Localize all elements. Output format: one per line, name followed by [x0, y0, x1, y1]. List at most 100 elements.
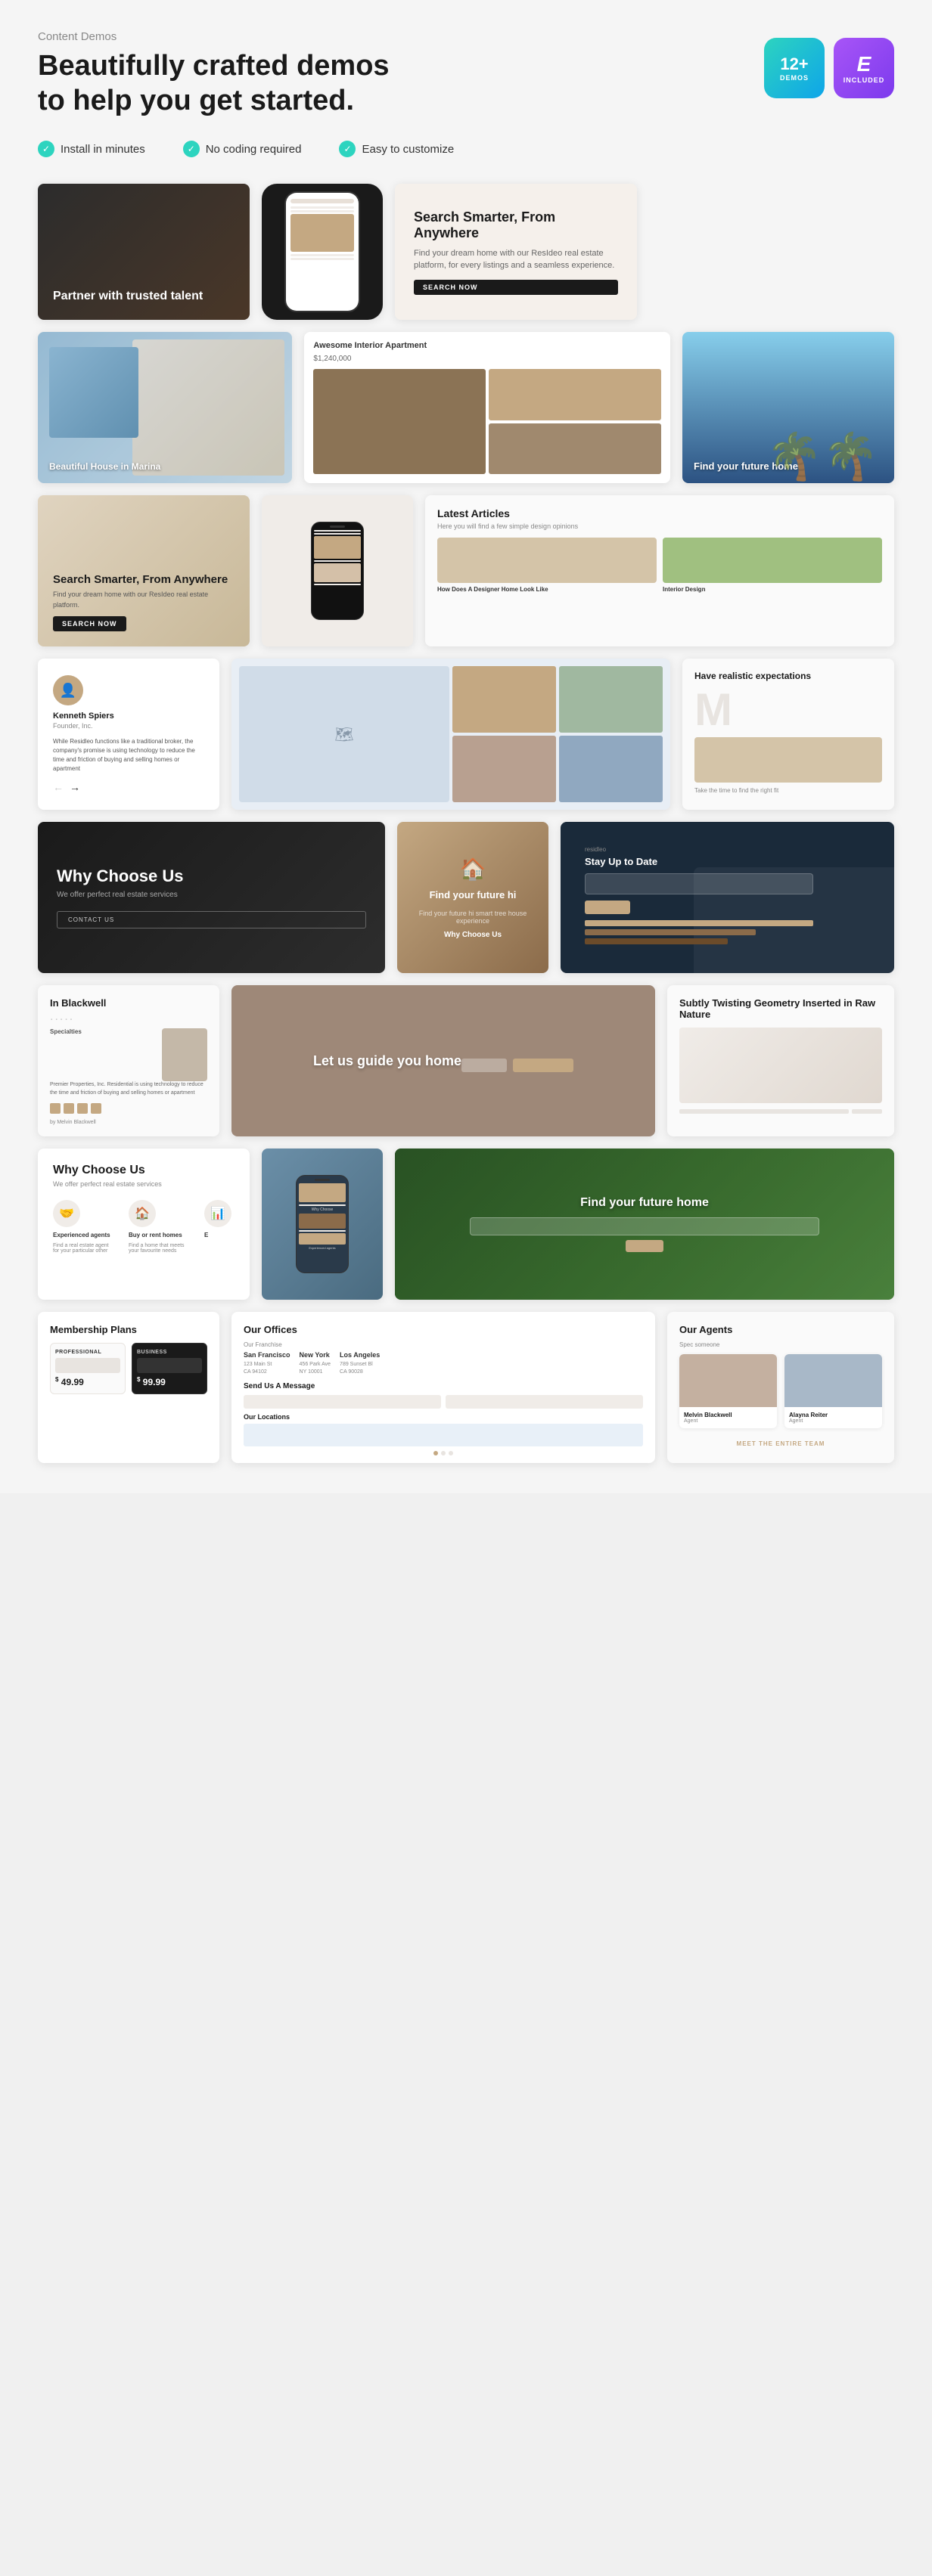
card-expectations[interactable]: Have realistic expectations M Take the t…	[682, 659, 894, 810]
header-left: Content Demos Beautifully crafted demos …	[38, 30, 390, 118]
feature-customize: ✓ Easy to customize	[339, 141, 454, 157]
dot-3[interactable]	[449, 1451, 453, 1455]
check-icon-customize: ✓	[339, 141, 356, 157]
subscribe-button[interactable]	[585, 901, 630, 914]
agent-blackwell-card[interactable]: Melvin Blackwell Agent	[679, 1354, 777, 1428]
card-testimonial[interactable]: 👤 Kenneth Spiers Founder, Inc. While Res…	[38, 659, 219, 810]
plan-biz-name: BUSINESS	[137, 1350, 202, 1355]
social-icons	[50, 1103, 207, 1114]
elementor-label: INCLUDED	[843, 76, 885, 84]
phone-frame	[284, 191, 360, 312]
dot-1[interactable]	[433, 1451, 438, 1455]
gallery-img-3	[452, 736, 556, 802]
feature-coding-text: No coding required	[206, 143, 302, 156]
apartment-title: Awesome Interior Apartment	[313, 341, 661, 350]
buy-icon: 🏠	[129, 1200, 156, 1227]
content-demos-label: Content Demos	[38, 30, 390, 43]
our-locations-title: Our Locations	[244, 1413, 643, 1421]
map-section: 🗺	[239, 666, 449, 802]
stay-up-input[interactable]	[585, 873, 813, 894]
subtly-title: Subtly Twisting Geometry Inserted in Raw…	[679, 997, 882, 1020]
search-smarter-title: Search Smarter, From Anywhere	[414, 209, 618, 241]
social-3[interactable]	[77, 1103, 88, 1114]
apt-img-main	[313, 369, 486, 474]
why-icon-experienced: 🤝 Experienced agents Find a real estate …	[53, 1200, 113, 1254]
why-phone-line-2	[299, 1230, 346, 1232]
extra-label: E	[204, 1232, 208, 1238]
card-stay-up[interactable]: residleo Stay Up to Date	[561, 822, 894, 973]
card-articles[interactable]: Latest Articles Here you will find a few…	[425, 495, 894, 646]
find-home-search[interactable]	[470, 1217, 819, 1235]
testimonial-role: Founder, Inc.	[53, 722, 204, 730]
card-membership[interactable]: Membership Plans PROFESSIONAL $ 49.99 BU…	[38, 1312, 219, 1463]
meet-team-link[interactable]: MEET THE ENTIRE TEAM	[737, 1440, 825, 1447]
card-map-gallery[interactable]: 🗺	[231, 659, 670, 810]
card-partner[interactable]: Partner with trusted talent	[38, 184, 250, 320]
demo-row-4: 👤 Kenneth Spiers Founder, Inc. While Res…	[38, 659, 894, 810]
find-home-button[interactable]	[626, 1240, 663, 1252]
let-guide-text: Let us guide you home	[313, 1053, 461, 1069]
meet-team-container: MEET THE ENTIRE TEAM	[679, 1436, 882, 1449]
social-2[interactable]	[64, 1103, 74, 1114]
card-marina[interactable]: Beautiful House in Marina	[38, 332, 292, 483]
our-franchise-label: Our Franchise	[244, 1341, 643, 1348]
plan-business[interactable]: BUSINESS $ 99.99	[132, 1343, 207, 1394]
social-1[interactable]	[50, 1103, 61, 1114]
guide-btn-2[interactable]	[513, 1059, 573, 1072]
feature-install: ✓ Install in minutes	[38, 141, 145, 157]
card-phone-why[interactable]: Why Choose Experienced agents	[262, 1149, 383, 1300]
card-why-choose-dark[interactable]: Why Choose Us We offer perfect real esta…	[38, 822, 385, 973]
why-phone: Why Choose Experienced agents	[296, 1175, 349, 1273]
office-ny: New York 456 Park AveNY 10001	[300, 1351, 331, 1376]
main-title: Beautifully crafted demos to help you ge…	[38, 49, 390, 118]
office-la: Los Angeles 789 Sunset BlCA 90028	[340, 1351, 380, 1376]
prev-arrow[interactable]: ←	[53, 781, 64, 793]
card-palms[interactable]: 🌴🌴 Find your future home	[682, 332, 894, 483]
plan-professional[interactable]: PROFESSIONAL $ 49.99	[50, 1343, 126, 1394]
card-why-choose-light[interactable]: Why Choose Us We offer perfect real esta…	[38, 1149, 250, 1300]
testimonial-avatar: 👤	[53, 675, 83, 705]
card-offices[interactable]: Our Offices Our Franchise San Francisco …	[231, 1312, 655, 1463]
card-find-future[interactable]: 🏠 Find your future hi Find your future h…	[397, 822, 548, 973]
agent-reiter-role: Agent	[789, 1418, 878, 1424]
search-now-button[interactable]: SEARCH NOW	[414, 280, 618, 295]
msg-inputs	[244, 1395, 643, 1409]
card-subtly[interactable]: Subtly Twisting Geometry Inserted in Raw…	[667, 985, 894, 1136]
find-future-text: Find your future hi	[430, 889, 517, 902]
articles-grid: How Does A Designer Home Look Like Inter…	[437, 538, 882, 594]
contact-us-button[interactable]: CONTACT US	[57, 911, 366, 928]
card-apartment[interactable]: Awesome Interior Apartment $1,240,000	[304, 332, 670, 483]
msg-input-2[interactable]	[446, 1395, 643, 1409]
card-phone-demo[interactable]	[262, 184, 383, 320]
msg-input-1[interactable]	[244, 1395, 441, 1409]
agent-reiter-card[interactable]: Alayna Reiter Agent	[784, 1354, 882, 1428]
addr-la: 789 Sunset BlCA 90028	[340, 1361, 380, 1376]
elementor-badge: E INCLUDED	[834, 38, 894, 98]
card-search-smarter[interactable]: Search Smarter, From Anywhere Find your …	[395, 184, 637, 320]
features-row: ✓ Install in minutes ✓ No coding require…	[38, 141, 894, 157]
card-phone-tablet[interactable]	[262, 495, 413, 646]
membership-plans: PROFESSIONAL $ 49.99 BUSINESS $ 99.99	[50, 1343, 207, 1394]
card-search-desk[interactable]: Search Smarter, From Anywhere Find your …	[38, 495, 250, 646]
card-blackwell[interactable]: In Blackwell ..... Specialties Premier P…	[38, 985, 219, 1136]
why-icon-buy: 🏠 Buy or rent homes Find a home that mee…	[129, 1200, 189, 1254]
card-let-guide[interactable]: Let us guide you home	[231, 985, 655, 1136]
agent-reiter-img	[784, 1354, 882, 1407]
search-desk-button[interactable]: SEARCH NOW	[53, 616, 126, 631]
buy-sub: Find a home that meets your favourite ne…	[129, 1243, 189, 1254]
addr-sf: 123 Main StCA 94102	[244, 1361, 290, 1376]
find-home-text: Find your future home	[580, 1196, 709, 1210]
guide-btn-1[interactable]	[461, 1059, 507, 1072]
card-find-home[interactable]: Find your future home	[395, 1149, 894, 1300]
next-arrow[interactable]: →	[70, 781, 80, 793]
dot-2[interactable]	[441, 1451, 446, 1455]
demo-row-2: Beautiful House in Marina Awesome Interi…	[38, 332, 894, 483]
check-icon-install: ✓	[38, 141, 54, 157]
card-agents[interactable]: Our Agents Spec someone Melvin Blackwell…	[667, 1312, 894, 1463]
expectations-title: Have realistic expectations	[694, 671, 882, 681]
pagination-dots	[244, 1451, 643, 1455]
agent-blackwell-img	[679, 1354, 777, 1407]
social-4[interactable]	[91, 1103, 101, 1114]
plan-pro-icon	[55, 1358, 120, 1373]
inner-phone-img-1	[314, 536, 361, 559]
